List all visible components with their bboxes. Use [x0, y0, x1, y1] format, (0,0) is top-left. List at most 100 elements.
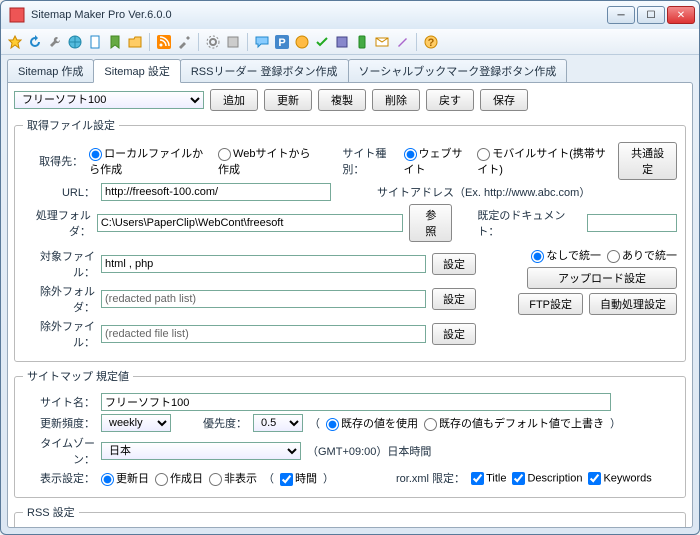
minimize-button[interactable]: ─ — [607, 6, 635, 24]
doc-icon[interactable] — [87, 34, 103, 50]
tab-rss-reader-button[interactable]: RSSリーダー 登録ボタン作成 — [180, 59, 349, 82]
toolbar: P ? — [1, 29, 699, 55]
site-name-label: サイト名： — [23, 394, 95, 410]
use-existing-radio[interactable]: 既存の値を使用 — [326, 415, 418, 431]
disp-created-radio[interactable]: 作成日 — [155, 470, 203, 486]
separator — [198, 33, 199, 51]
exclude-folder-input[interactable] — [101, 290, 426, 308]
disk-icon[interactable] — [334, 34, 350, 50]
url-input[interactable] — [101, 183, 331, 201]
chat-icon[interactable] — [254, 34, 270, 50]
folder-input[interactable] — [97, 214, 404, 232]
profile-select[interactable]: フリーソフト100 — [14, 91, 204, 109]
source-local-radio[interactable]: ローカルファイルから作成 — [89, 145, 212, 177]
separator — [149, 33, 150, 51]
exclude-folder-label: 除外フォルダ： — [23, 283, 95, 315]
add-button[interactable]: 追加 — [210, 89, 258, 111]
site-type-label: サイト種別： — [342, 145, 397, 177]
site-type-mobile-radio[interactable]: モバイルサイト(携帯サイト) — [477, 145, 606, 177]
bookmark-icon[interactable] — [107, 34, 123, 50]
freq-label: 更新頻度： — [23, 415, 95, 431]
help-icon[interactable]: ? — [423, 34, 439, 50]
source-web-radio[interactable]: Webサイトから作成 — [218, 145, 314, 177]
maximize-button[interactable]: ☐ — [637, 6, 665, 24]
exclude-file-input[interactable] — [101, 325, 426, 343]
site-type-web-radio[interactable]: ウェブサイト — [404, 145, 472, 177]
disp-none-radio[interactable]: 非表示 — [209, 470, 257, 486]
unify-with-radio[interactable]: ありで統一 — [607, 247, 677, 263]
disp-label: 表示設定： — [23, 470, 95, 486]
tools-icon[interactable] — [176, 34, 192, 50]
priority-select[interactable]: 0.5 — [253, 414, 303, 432]
ror-desc-check[interactable]: Description — [512, 472, 582, 485]
gear-icon[interactable] — [205, 34, 221, 50]
undo-button[interactable]: 戻す — [426, 89, 474, 111]
rss-legend: RSS 設定 — [23, 504, 79, 520]
ror-keywords-check[interactable]: Keywords — [588, 472, 651, 485]
warn-icon[interactable] — [294, 34, 310, 50]
phone-icon[interactable] — [354, 34, 370, 50]
rss-icon[interactable] — [156, 34, 172, 50]
settings2-icon[interactable] — [225, 34, 241, 50]
separator — [247, 33, 248, 51]
use-default-overwrite-radio[interactable]: 既存の値もデフォルト値で上書き — [424, 415, 604, 431]
sitemap-defaults-fieldset: サイトマップ 規定値 サイト名： 更新頻度： weekly 優先度： 0.5 （… — [14, 368, 686, 498]
check-icon[interactable] — [314, 34, 330, 50]
copy-button[interactable]: 複製 — [318, 89, 366, 111]
acquire-legend: 取得ファイル設定 — [23, 117, 119, 133]
exclude-file-set-button[interactable]: 設定 — [432, 323, 476, 345]
tab-sitemap-create[interactable]: Sitemap 作成 — [7, 59, 94, 82]
update-button[interactable]: 更新 — [264, 89, 312, 111]
tz-note: （GMT+09:00）日本時間 — [307, 443, 431, 459]
tab-social-bookmark-button[interactable]: ソーシャルブックマーク登録ボタン作成 — [348, 59, 568, 82]
sitemap-legend: サイトマップ 規定値 — [23, 368, 133, 384]
refresh-icon[interactable] — [27, 34, 43, 50]
default-doc-input[interactable] — [587, 214, 677, 232]
save-button[interactable]: 保存 — [480, 89, 528, 111]
exclude-file-label: 除外ファイル： — [23, 318, 95, 350]
wand-icon[interactable] — [394, 34, 410, 50]
ror-title-check[interactable]: Title — [471, 472, 506, 485]
upload-settings-button[interactable]: アップロード設定 — [527, 267, 677, 289]
window-title: Sitemap Maker Pro Ver.6.0.0 — [31, 9, 607, 21]
site-name-input[interactable] — [101, 393, 611, 411]
disp-time-check[interactable]: 時間 — [280, 470, 317, 486]
wrench-icon[interactable] — [47, 34, 63, 50]
mail-icon[interactable] — [374, 34, 390, 50]
rss-fieldset: RSS 設定 記入ページ： 更新日で判断 リストから選択 要約取得先： Desc… — [14, 504, 686, 528]
url-label: URL： — [23, 184, 95, 200]
default-doc-label: 既定のドキュメント： — [477, 207, 581, 239]
exclude-folder-set-button[interactable]: 設定 — [432, 288, 476, 310]
folder-icon[interactable] — [127, 34, 143, 50]
svg-text:P: P — [278, 37, 285, 49]
close-button[interactable]: ✕ — [667, 6, 695, 24]
separator — [416, 33, 417, 51]
globe-icon[interactable] — [67, 34, 83, 50]
app-window: Sitemap Maker Pro Ver.6.0.0 ─ ☐ ✕ P ? — [0, 0, 700, 535]
delete-button[interactable]: 削除 — [372, 89, 420, 111]
svg-text:?: ? — [428, 37, 435, 49]
settings-panel: フリーソフト100 追加 更新 複製 削除 戻す 保存 取得ファイル設定 取得先… — [7, 82, 693, 528]
priority-label: 優先度： — [203, 415, 247, 431]
tz-select[interactable]: 日本 — [101, 442, 301, 460]
common-settings-button[interactable]: 共通設定 — [618, 142, 677, 180]
ftp-settings-button[interactable]: FTP設定 — [518, 293, 583, 315]
target-file-input[interactable] — [101, 255, 426, 273]
auto-process-button[interactable]: 自動処理設定 — [589, 293, 677, 315]
freq-select[interactable]: weekly — [101, 414, 171, 432]
disp-updated-radio[interactable]: 更新日 — [101, 470, 149, 486]
tab-bar: Sitemap 作成 Sitemap 設定 RSSリーダー 登録ボタン作成 ソー… — [1, 55, 699, 82]
unify-none-radio[interactable]: なしで統一 — [531, 247, 601, 263]
source-label: 取得先： — [23, 153, 83, 169]
target-file-label: 対象ファイル： — [23, 248, 95, 280]
tab-sitemap-settings[interactable]: Sitemap 設定 — [93, 59, 180, 83]
target-set-button[interactable]: 設定 — [432, 253, 476, 275]
p-icon[interactable]: P — [274, 34, 290, 50]
app-icon — [9, 7, 25, 23]
tz-label: タイムゾーン： — [23, 435, 95, 467]
url-hint: サイトアドレス（Ex. http://www.abc.com） — [377, 184, 590, 200]
ror-label: ror.xml 限定： — [396, 470, 465, 486]
folder-label: 処理フォルダ： — [23, 207, 91, 239]
browse-button[interactable]: 参照 — [409, 204, 452, 242]
star-icon[interactable] — [7, 34, 23, 50]
